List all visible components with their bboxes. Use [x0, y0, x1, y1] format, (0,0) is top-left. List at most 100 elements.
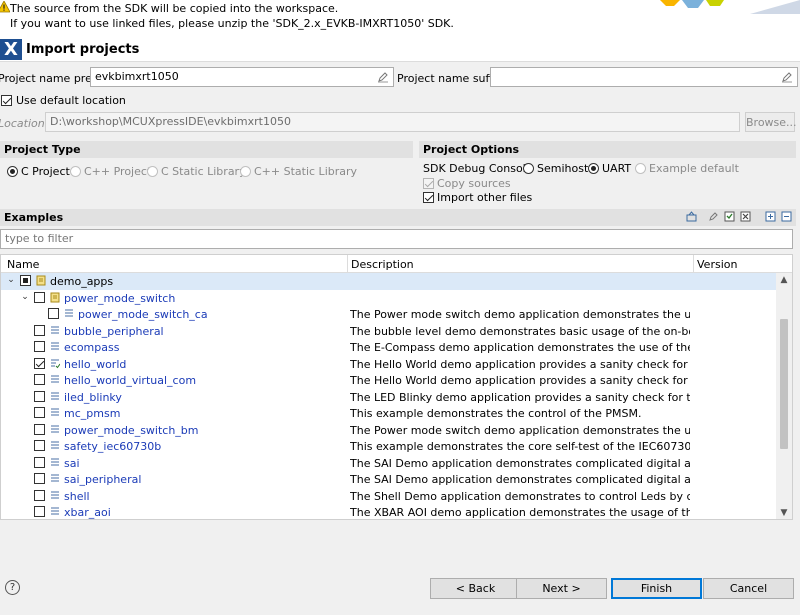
copy-sources-checkbox[interactable] — [423, 178, 434, 189]
row-name: power_mode_switch — [64, 291, 176, 305]
option-c-project-label: C Project — [21, 165, 70, 178]
debug-console-label: SDK Debug Console — [423, 162, 533, 175]
example-file-icon — [50, 325, 60, 336]
tree-row[interactable]: iled_blinky The LED Blinky demo applicati… — [1, 389, 777, 406]
location-label: Location: — [0, 117, 49, 130]
location-value: D:\workshop\MCUXpressIDE\evkbimxrt1050 — [50, 115, 291, 128]
column-description[interactable]: Description — [351, 258, 414, 271]
tree-row[interactable]: ⌄ power_mode_switch — [1, 290, 777, 307]
row-description: The Shell Demo application demonstrates … — [350, 489, 690, 503]
radio-example-default[interactable] — [635, 163, 646, 174]
edit-pencil-icon[interactable] — [781, 71, 793, 83]
select-all-icon[interactable] — [724, 211, 735, 222]
vertical-scrollbar[interactable]: ▲ ▼ — [776, 273, 792, 519]
tree-row[interactable]: hello_world_virtual_com The Hello World d… — [1, 372, 777, 389]
radio-cpp-project[interactable] — [70, 166, 81, 177]
radio-c-static-library[interactable] — [147, 166, 158, 177]
row-name: power_mode_switch_ca — [78, 308, 208, 321]
project-type-header: Project Type — [0, 141, 413, 158]
uart-label: UART — [602, 162, 632, 175]
default-location-label: Use default location — [16, 94, 126, 107]
column-separator[interactable] — [347, 255, 348, 273]
examples-tree-table: Name Description Version ⌄ demo_apps ⌄ powe… — [0, 254, 793, 520]
tree-row[interactable]: power_mode_switch_bm The Power mode switc… — [1, 422, 777, 439]
filter-placeholder: type to filter — [5, 232, 74, 245]
suffix-input[interactable] — [490, 67, 798, 87]
row-name: ecompass — [64, 341, 120, 354]
row-description: The bubble level demo demonstrates basic… — [350, 324, 690, 338]
collapse-all-icon[interactable] — [781, 211, 792, 222]
example-file-icon — [50, 506, 60, 517]
row-name: sai_peripheral — [64, 473, 142, 486]
row-checkbox[interactable] — [34, 473, 45, 484]
row-name: sai — [64, 456, 80, 470]
example-file-icon — [50, 457, 60, 468]
edit-pencil-icon[interactable] — [377, 71, 389, 83]
scroll-up-icon[interactable]: ▲ — [779, 275, 789, 285]
scrollbar-thumb[interactable] — [780, 319, 788, 449]
radio-c-project[interactable] — [7, 166, 18, 177]
tree-row[interactable]: mc_pmsm This example demonstrates the con… — [1, 405, 777, 422]
example-file-icon — [50, 358, 61, 369]
tree-row[interactable]: ⌄ demo_apps — [1, 273, 777, 290]
row-checkbox[interactable] — [34, 456, 45, 468]
tree-row[interactable]: ecompass The E-Compass demo application d… — [1, 339, 777, 356]
import-archive-icon[interactable] — [686, 211, 697, 222]
tree-row[interactable]: sai_peripheral The SAI Demo application d… — [1, 471, 777, 488]
expand-all-icon[interactable] — [765, 211, 776, 222]
tree-row[interactable]: xbar_aoi The XBAR AOI demo application de… — [1, 504, 777, 519]
table-header: Name Description Version — [1, 255, 792, 273]
column-name[interactable]: Name — [7, 258, 39, 271]
browse-button[interactable]: Browse... — [745, 112, 797, 132]
tree-row[interactable]: shell The Shell Demo application demonstr… — [1, 488, 777, 505]
banner-line-2: If you want to use linked files, please … — [10, 17, 454, 30]
column-separator[interactable] — [693, 255, 694, 273]
tree-row[interactable]: hello_world The Hello World demo applicat… — [1, 356, 777, 373]
row-checkbox[interactable] — [34, 341, 45, 352]
row-checkbox[interactable] — [34, 423, 45, 435]
prefix-input[interactable]: evkbimxrt1050 — [90, 67, 394, 87]
expand-chevron-icon[interactable]: ⌄ — [20, 292, 30, 302]
import-other-files-checkbox[interactable] — [423, 192, 434, 203]
row-description: The Power mode switch demo application d… — [350, 308, 690, 321]
scroll-down-icon[interactable]: ▼ — [779, 508, 789, 518]
cancel-button[interactable]: Cancel — [703, 578, 794, 599]
location-input[interactable]: D:\workshop\MCUXpressIDE\evkbimxrt1050 — [45, 112, 740, 132]
tree-row[interactable]: power_mode_switch_ca The Power mode switc… — [1, 306, 777, 323]
copy-sources-label: Copy sources — [437, 177, 511, 190]
tree-row[interactable]: safety_iec60730b This example demonstrate… — [1, 438, 777, 455]
help-icon[interactable]: ? — [5, 580, 20, 595]
finish-button[interactable]: Finish — [611, 578, 702, 599]
row-checkbox[interactable] — [34, 291, 45, 303]
row-checkbox[interactable] — [20, 275, 31, 286]
row-checkbox[interactable] — [34, 374, 45, 385]
radio-uart[interactable] — [588, 163, 599, 174]
default-location-checkbox[interactable] — [1, 95, 12, 106]
row-checkbox[interactable] — [34, 506, 45, 517]
deselect-all-icon[interactable] — [740, 211, 751, 222]
column-version[interactable]: Version — [697, 258, 737, 271]
row-description: The E-Compass demo application demonstra… — [350, 341, 690, 354]
row-checkbox[interactable] — [34, 407, 45, 418]
tree-row[interactable]: sai The SAI Demo application demonstrates… — [1, 455, 777, 472]
row-name: xbar_aoi — [64, 506, 111, 519]
nxp-logo-icon — [660, 0, 800, 14]
edit-icon[interactable] — [708, 211, 719, 222]
radio-semihost[interactable] — [523, 163, 534, 174]
row-checkbox[interactable] — [34, 324, 45, 336]
radio-cpp-static-library[interactable] — [240, 166, 251, 177]
row-checkbox[interactable] — [34, 390, 45, 402]
row-description: This example demonstrates the control of… — [350, 407, 642, 420]
examples-header: Examples — [0, 209, 684, 226]
tree-row[interactable]: bubble_peripheral The bubble level demo d… — [1, 323, 777, 340]
expand-chevron-icon[interactable]: ⌄ — [6, 275, 16, 285]
row-checkbox[interactable] — [34, 489, 45, 501]
examples-filter-input[interactable]: type to filter — [0, 229, 793, 249]
row-checkbox[interactable] — [34, 357, 45, 369]
back-button[interactable]: < Back — [430, 578, 521, 599]
row-description: The XBAR AOI demo application demonstrat… — [350, 506, 690, 519]
row-checkbox[interactable] — [48, 308, 59, 319]
next-button[interactable]: Next > — [516, 578, 607, 599]
example-default-label: Example default — [649, 162, 739, 175]
row-checkbox[interactable] — [34, 440, 45, 451]
